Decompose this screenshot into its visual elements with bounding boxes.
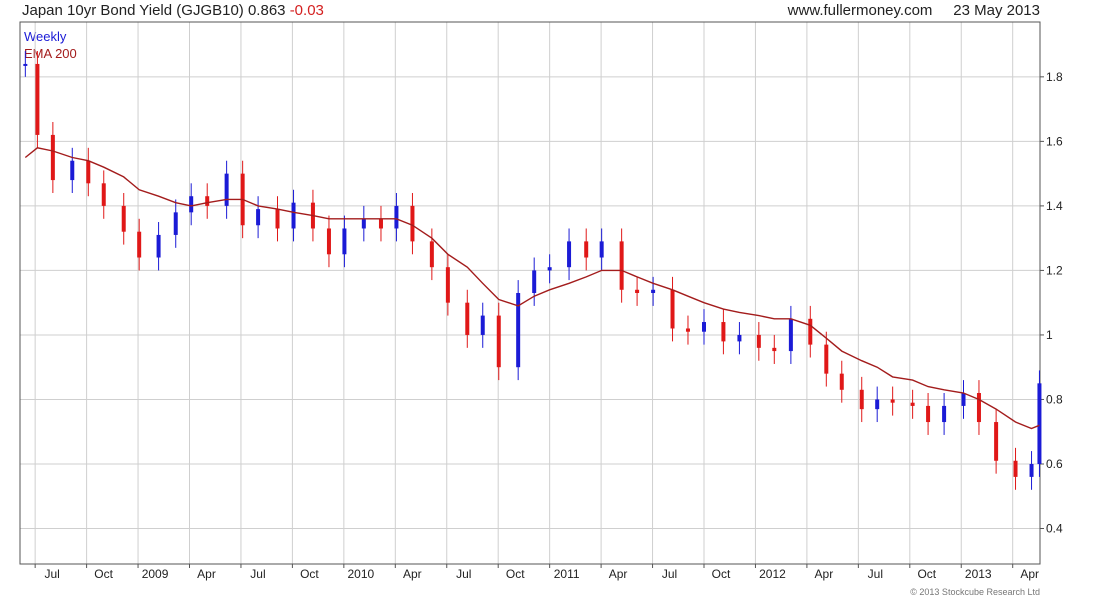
price-candle bbox=[101, 183, 106, 206]
price-candle bbox=[994, 422, 999, 461]
price-candle bbox=[824, 344, 829, 374]
x-tick-label: Oct bbox=[300, 567, 319, 581]
x-tick-label: 2010 bbox=[347, 567, 374, 581]
price-candle bbox=[721, 322, 726, 342]
y-tick-label: 1 bbox=[1046, 328, 1053, 342]
x-tick-label: Apr bbox=[403, 567, 422, 581]
price-candle bbox=[942, 405, 947, 423]
price-candle bbox=[173, 212, 178, 235]
price-candle bbox=[256, 209, 261, 226]
y-tick-label: 0.4 bbox=[1046, 522, 1063, 536]
plot-frame bbox=[19, 21, 1041, 565]
x-tick-label: Apr bbox=[815, 567, 834, 581]
price-candle bbox=[619, 241, 624, 290]
price-candle bbox=[378, 218, 383, 229]
y-tick-label: 1.6 bbox=[1046, 134, 1063, 148]
price-candle bbox=[429, 241, 434, 268]
price-candle bbox=[410, 205, 415, 242]
price-candle bbox=[737, 334, 742, 342]
price-candle bbox=[361, 218, 366, 229]
price-candle bbox=[926, 405, 931, 423]
price-candle bbox=[547, 267, 552, 271]
y-tick-label: 1.4 bbox=[1046, 199, 1063, 213]
price-candle bbox=[1013, 460, 1018, 477]
price-candle bbox=[86, 160, 91, 184]
price-candle bbox=[839, 373, 844, 390]
y-tick-label: 1.8 bbox=[1046, 70, 1063, 84]
price-candle bbox=[788, 318, 793, 352]
price-candle bbox=[1029, 463, 1034, 477]
price-candle bbox=[394, 205, 399, 229]
price-candle bbox=[50, 134, 55, 181]
price-candle bbox=[1037, 383, 1042, 464]
x-tick-label: Oct bbox=[712, 567, 731, 581]
x-tick-label: Oct bbox=[506, 567, 525, 581]
price-candle bbox=[772, 347, 777, 352]
price-candle bbox=[976, 393, 981, 423]
price-candle bbox=[224, 173, 229, 206]
x-tick-label: 2011 bbox=[554, 567, 580, 581]
price-candle bbox=[156, 234, 161, 258]
y-tick-label: 0.6 bbox=[1046, 457, 1063, 471]
price-candle bbox=[496, 315, 501, 368]
x-tick-label: Jul bbox=[44, 567, 59, 581]
price-candle bbox=[275, 209, 280, 229]
price-candle bbox=[35, 63, 40, 135]
price-candle bbox=[121, 205, 126, 232]
price-candle bbox=[599, 241, 604, 258]
x-tick-label: 2013 bbox=[965, 567, 992, 581]
price-candle bbox=[875, 399, 880, 410]
price-candle bbox=[808, 318, 813, 345]
price-candle bbox=[70, 160, 75, 181]
price-candle bbox=[859, 389, 864, 410]
price-candle bbox=[291, 202, 296, 229]
x-tick-label: Jul bbox=[456, 567, 471, 581]
price-candle bbox=[567, 241, 572, 268]
price-candle bbox=[961, 393, 966, 406]
price-candle bbox=[189, 196, 194, 213]
x-tick-label: Oct bbox=[94, 567, 113, 581]
x-tick-label: Apr bbox=[609, 567, 628, 581]
price-candle bbox=[532, 270, 537, 293]
price-candle bbox=[480, 315, 485, 335]
y-tick-label: 1.2 bbox=[1046, 263, 1063, 277]
x-tick-label: Apr bbox=[1020, 567, 1039, 581]
price-candle bbox=[635, 289, 640, 293]
price-candle bbox=[685, 328, 690, 332]
price-candle bbox=[445, 267, 450, 303]
price-candle bbox=[756, 334, 761, 348]
x-tick-label: Jul bbox=[250, 567, 265, 581]
x-tick-label: 2009 bbox=[142, 567, 169, 581]
price-candle bbox=[651, 289, 656, 293]
price-chart: 1.8 1.6 1.4 1.2 1 0.8 0.6 0.4 Jul Oct 2009 Apr Jul Oc… bbox=[19, 21, 1063, 581]
x-tick-label: Apr bbox=[197, 567, 216, 581]
price-candle bbox=[465, 302, 470, 335]
price-candle bbox=[342, 228, 347, 255]
x-tick-label: 2012 bbox=[759, 567, 786, 581]
price-candle bbox=[584, 241, 589, 258]
y-tick-label: 0.8 bbox=[1046, 392, 1063, 406]
price-candle bbox=[670, 289, 675, 329]
price-candle bbox=[516, 293, 521, 368]
price-candle bbox=[326, 228, 331, 255]
x-tick-label: Jul bbox=[662, 567, 677, 581]
price-candle bbox=[205, 196, 210, 206]
price-candle bbox=[890, 399, 895, 403]
x-tick-label: Jul bbox=[868, 567, 883, 581]
price-candle bbox=[137, 231, 142, 258]
price-candle bbox=[23, 63, 28, 66]
price-candle bbox=[702, 322, 706, 332]
copyright-credit: © 2013 Stockcube Research Ltd bbox=[910, 587, 1040, 597]
price-candle bbox=[910, 402, 915, 406]
x-tick-label: Oct bbox=[917, 567, 936, 581]
